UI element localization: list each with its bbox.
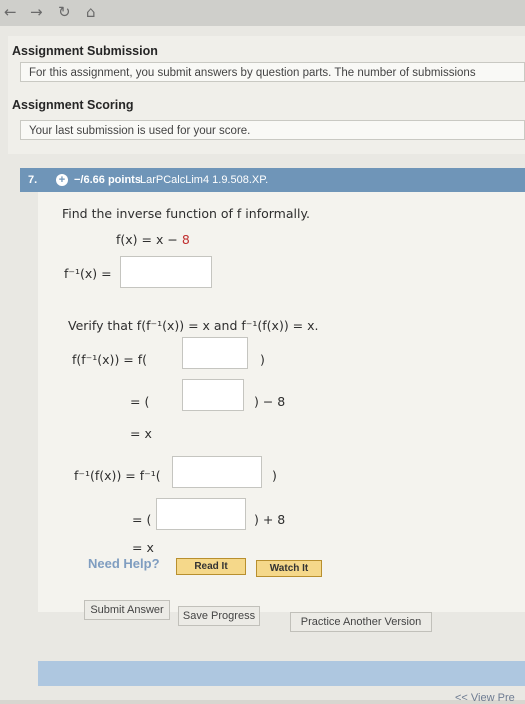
verify-line-5-rhs: ) + 8 [254,512,286,527]
verify-line-1-lhs: f(f⁻¹(x)) = f( [72,352,148,367]
practice-another-version-button[interactable]: Practice Another Version [290,612,432,632]
verify-line-4-lhs: f⁻¹(f(x)) = f⁻¹( [74,468,161,483]
question-body: Find the inverse function of f informall… [38,192,525,612]
verify-line-3: = x [130,426,152,441]
verify-line-1-close: ) [260,352,265,367]
question-header: 7. + −/6.66 points LarPCalcLim4 1.9.508.… [20,168,525,192]
browser-toolbar: ← → ↻ ⌂ [0,0,525,27]
submission-text: For this assignment, you submit answers … [20,62,525,82]
inverse-label: f⁻¹(x) = [64,266,112,281]
save-progress-button[interactable]: Save Progress [178,606,260,626]
submission-heading: Assignment Submission [12,44,158,58]
forward-arrow-icon[interactable]: → [30,3,43,21]
reload-icon[interactable]: ↻ [58,3,71,21]
verify-line-5-lhs: = ( [132,512,152,527]
verify-answer-input-3[interactable] [172,456,262,488]
scoring-text: Your last submission is used for your sc… [20,120,525,140]
inverse-answer-input[interactable] [120,256,212,288]
verify-line-4-close: ) [272,468,277,483]
question-source: LarPCalcLim4 1.9.508.XP. [140,174,269,186]
verify-statement: Verify that f(f⁻¹(x)) = x and f⁻¹(f(x)) … [68,318,319,333]
assignment-info-panel: Assignment Submission For this assignmen… [8,36,525,154]
read-it-button[interactable]: Read It [176,558,246,575]
submit-answer-button[interactable]: Submit Answer [84,600,170,620]
verify-line-2-rhs-text: ) − 8 [254,394,286,409]
verify-line-6: = x [132,540,154,555]
need-help-label: Need Help? [88,556,160,571]
assignment-page: Assignment Submission For this assignmen… [0,26,525,704]
back-arrow-icon[interactable]: ← [4,3,17,21]
verify-answer-input-1[interactable] [182,337,248,369]
function-constant: 8 [181,232,190,247]
question-points: −/6.66 points [74,174,141,186]
question-footer-bar [38,661,525,686]
watch-it-button[interactable]: Watch It [256,560,322,577]
question-number: 7. [28,174,38,186]
function-label: f(x) = x − [116,232,178,247]
verify-answer-input-4[interactable] [156,498,246,530]
home-icon[interactable]: ⌂ [86,3,96,21]
scoring-heading: Assignment Scoring [12,98,134,112]
verify-line-2-lhs: = ( [130,394,150,409]
question-prompt: Find the inverse function of f informall… [62,206,311,221]
view-previous-link[interactable]: << View Pre [455,692,515,704]
expand-icon[interactable]: + [56,174,68,186]
function-definition: f(x) = x − 8 [116,232,190,247]
verify-line-2-rhs: ) − 8 [254,394,285,409]
verify-answer-input-2[interactable] [182,379,244,411]
